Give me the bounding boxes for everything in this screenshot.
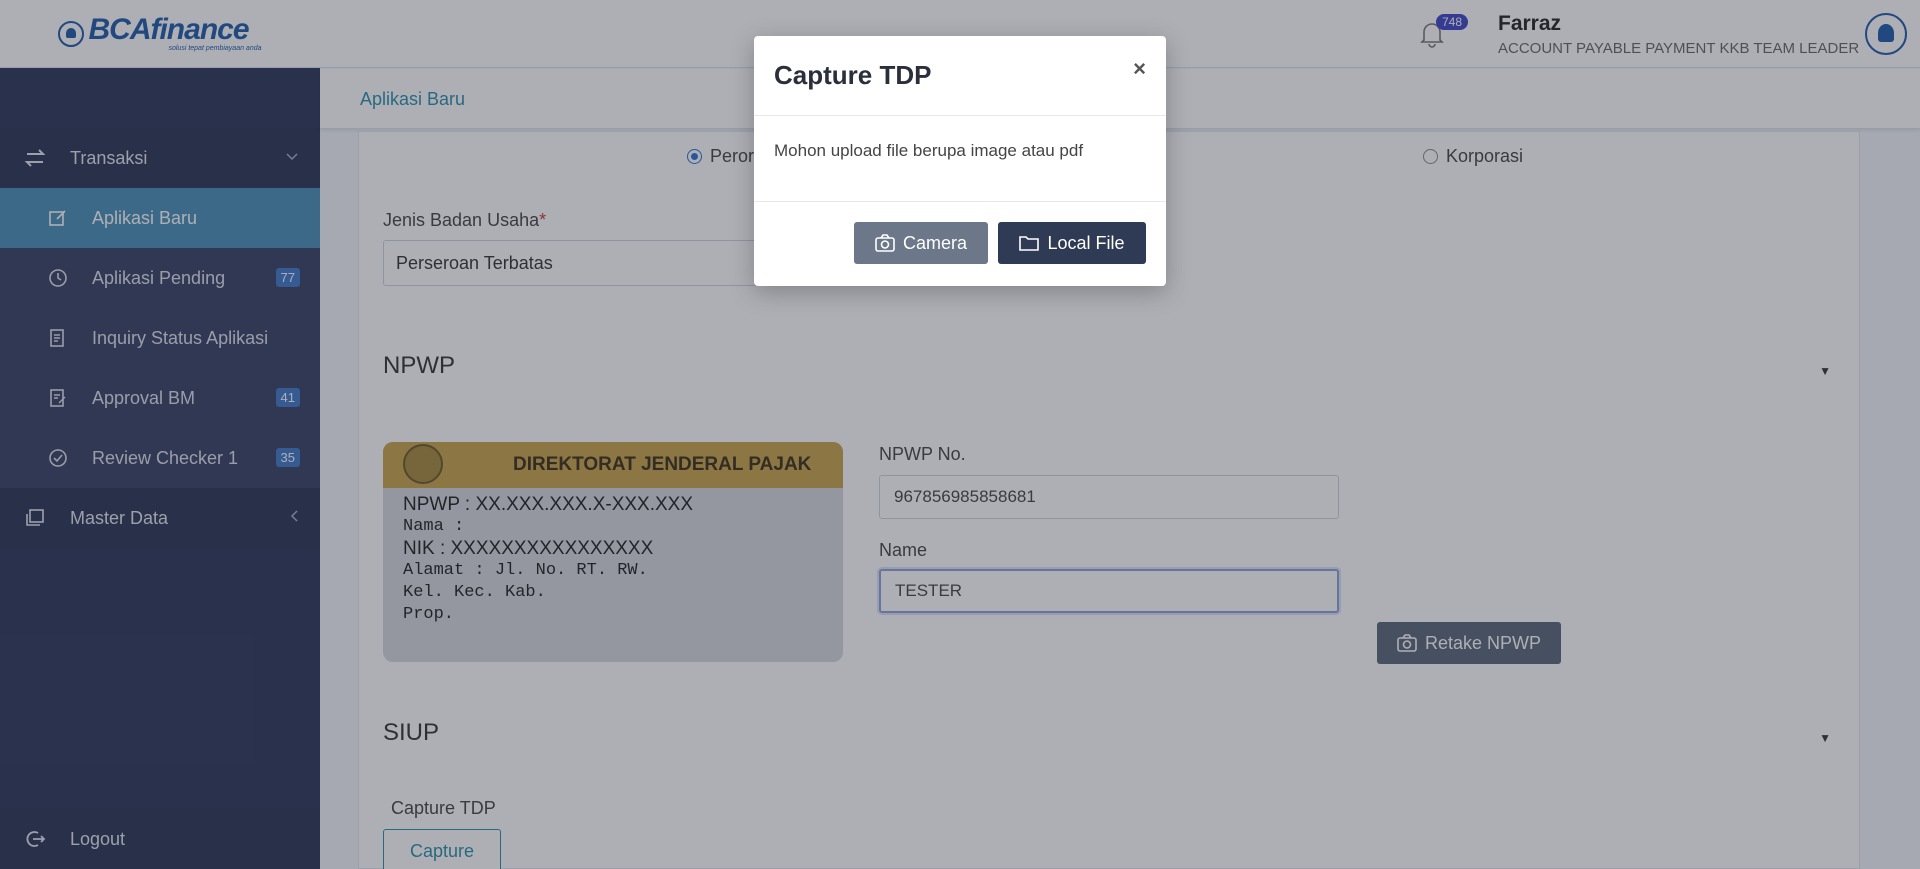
close-icon[interactable]: × [1133, 56, 1146, 82]
modal-header: Capture TDP × [754, 36, 1166, 116]
capture-tdp-modal: Capture TDP × Mohon upload file berupa i… [754, 36, 1166, 286]
button-label: Local File [1047, 232, 1125, 253]
button-label: Camera [902, 232, 968, 253]
camera-button[interactable]: Camera [854, 222, 988, 264]
folder-icon [1019, 236, 1040, 251]
modal-title: Capture TDP [774, 60, 932, 90]
modal-footer: Camera Local File [754, 202, 1166, 286]
modal-message: Mohon upload file berupa image atau pdf [754, 116, 1166, 202]
camera-icon [875, 234, 895, 252]
local-file-button[interactable]: Local File [998, 222, 1146, 264]
